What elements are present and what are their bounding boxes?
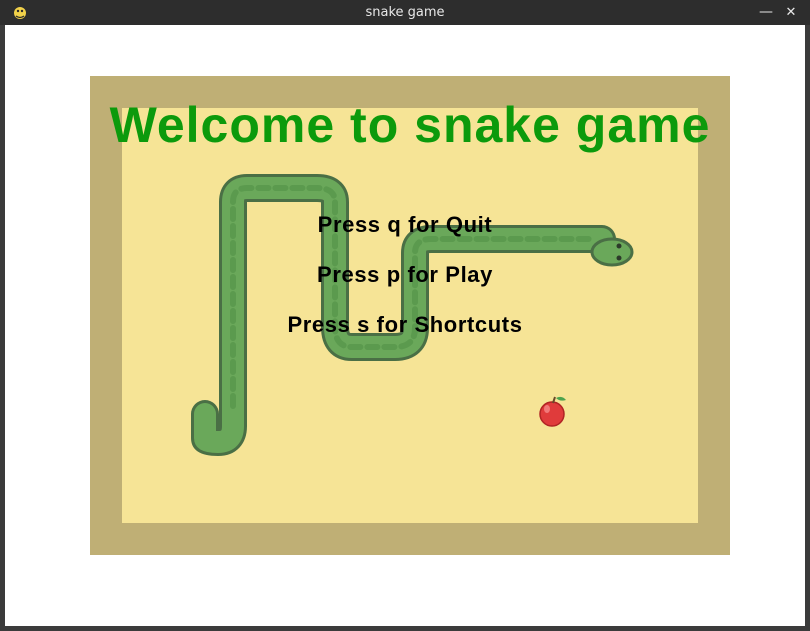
welcome-title: Welcome to snake game bbox=[109, 97, 711, 153]
game-board-border: Welcome to snake game Press q for Quit P… bbox=[90, 76, 730, 555]
menu-quit-text: Press q for Quit bbox=[317, 212, 493, 237]
close-icon: ✕ bbox=[785, 5, 797, 20]
window-title: snake game bbox=[365, 5, 445, 20]
menu-shortcuts-text: Press s for Shortcuts bbox=[287, 312, 523, 337]
game-window: Welcome to snake game Press q for Quit P… bbox=[5, 25, 805, 626]
snake-eye-icon bbox=[616, 243, 622, 249]
minimize-button[interactable]: — bbox=[755, 2, 777, 23]
close-button[interactable]: ✕ bbox=[780, 2, 802, 23]
apple-icon bbox=[539, 396, 566, 427]
minimize-icon: — bbox=[759, 4, 773, 20]
window-titlebar: snake game — ✕ bbox=[0, 0, 810, 25]
menu-play-text: Press p for Play bbox=[317, 262, 493, 287]
snake-eye-icon bbox=[616, 255, 622, 261]
